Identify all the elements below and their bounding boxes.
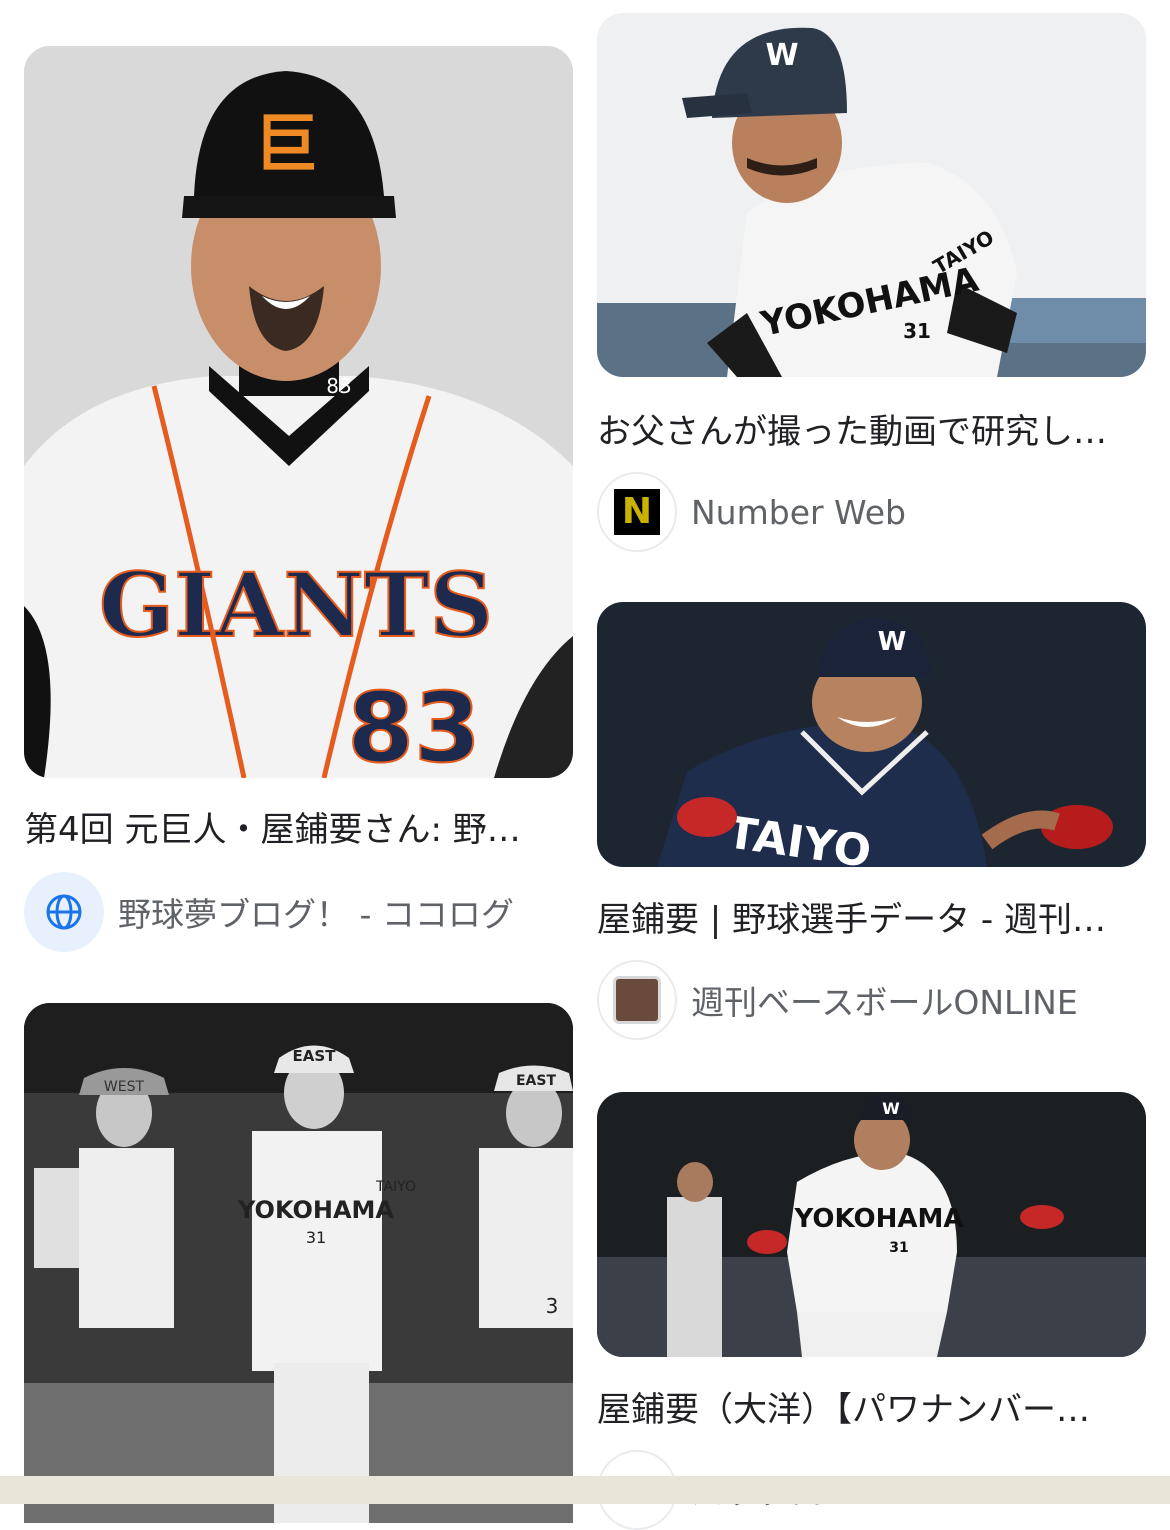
result-source-1[interactable]: 野球夢ブログ！ - ココログ: [24, 872, 573, 952]
globe-icon: [24, 872, 104, 952]
jersey-lettering: YOKOHAMA: [237, 1196, 394, 1224]
result-thumbnail-4[interactable]: W YOKOHAMA 31: [597, 1092, 1146, 1357]
jersey-lettering: YOKOHAMA: [794, 1204, 964, 1234]
jersey-lettering: GIANTS: [99, 553, 493, 657]
jersey-number: 31: [889, 1240, 908, 1256]
bottom-toolbar-edge: [0, 1476, 1170, 1504]
result-thumbnail-3[interactable]: W TAIYO: [597, 602, 1146, 867]
source-name: Number Web: [691, 492, 906, 532]
taiyo-runner-photo: W TAIYO: [597, 602, 1146, 867]
helmet-letter: W: [882, 1099, 900, 1118]
source-name: 週刊ベースボールONLINE: [691, 983, 1078, 1022]
result-thumbnail-1[interactable]: 巨 GIANTS 83 83: [24, 46, 573, 778]
result-title-2[interactable]: お父さんが撮った動画で研究し…: [597, 410, 1146, 454]
bw-ceremony-photo: WEST EAST YOKOHAMA 31 TAIYO EAST 3: [24, 1003, 573, 1523]
helmet-letter: W: [878, 627, 907, 657]
result-thumbnail-2[interactable]: W YOKOHAMA 31 TAIYO: [597, 13, 1146, 377]
collar-number: 83: [326, 374, 351, 398]
sleeve-text: TAIYO: [375, 1179, 416, 1195]
result-thumbnail-5[interactable]: WEST EAST YOKOHAMA 31 TAIYO EAST 3: [24, 1003, 573, 1523]
girl-number: 3: [546, 1294, 559, 1318]
result-source-3[interactable]: 週刊ベースボールONLINE: [597, 960, 1146, 1040]
cap-text-left: WEST: [104, 1079, 145, 1095]
source-name: 野球夢ブログ！ - ココログ: [118, 895, 514, 934]
logo-letter: N: [614, 489, 660, 535]
yokohama-runner-photo: W YOKOHAMA 31: [597, 1092, 1146, 1357]
result-title-3[interactable]: 屋鋪要 | 野球選手データ - 週刊…: [597, 898, 1137, 942]
svg-text:巨: 巨: [254, 107, 318, 182]
helmet-letter: W: [765, 38, 798, 73]
result-source-2[interactable]: N Number Web: [597, 472, 1146, 552]
cap-text-center: EAST: [293, 1047, 337, 1065]
result-title-1[interactable]: 第4回 元巨人・屋鋪要さん: 野…: [24, 808, 549, 852]
result-title-4[interactable]: 屋鋪要（大洋）【パワナンバー…: [597, 1388, 1137, 1432]
yokohama-batter-photo: W YOKOHAMA 31 TAIYO: [597, 13, 1146, 377]
jersey-number: 31: [306, 1228, 326, 1247]
giants-player-photo: 巨 GIANTS 83 83: [24, 46, 573, 778]
baseball-online-logo: [597, 960, 677, 1040]
number-web-logo: N: [597, 472, 677, 552]
jersey-number: 31: [903, 319, 931, 343]
cap-text-right: EAST: [516, 1073, 556, 1089]
jersey-number: 83: [347, 672, 481, 778]
